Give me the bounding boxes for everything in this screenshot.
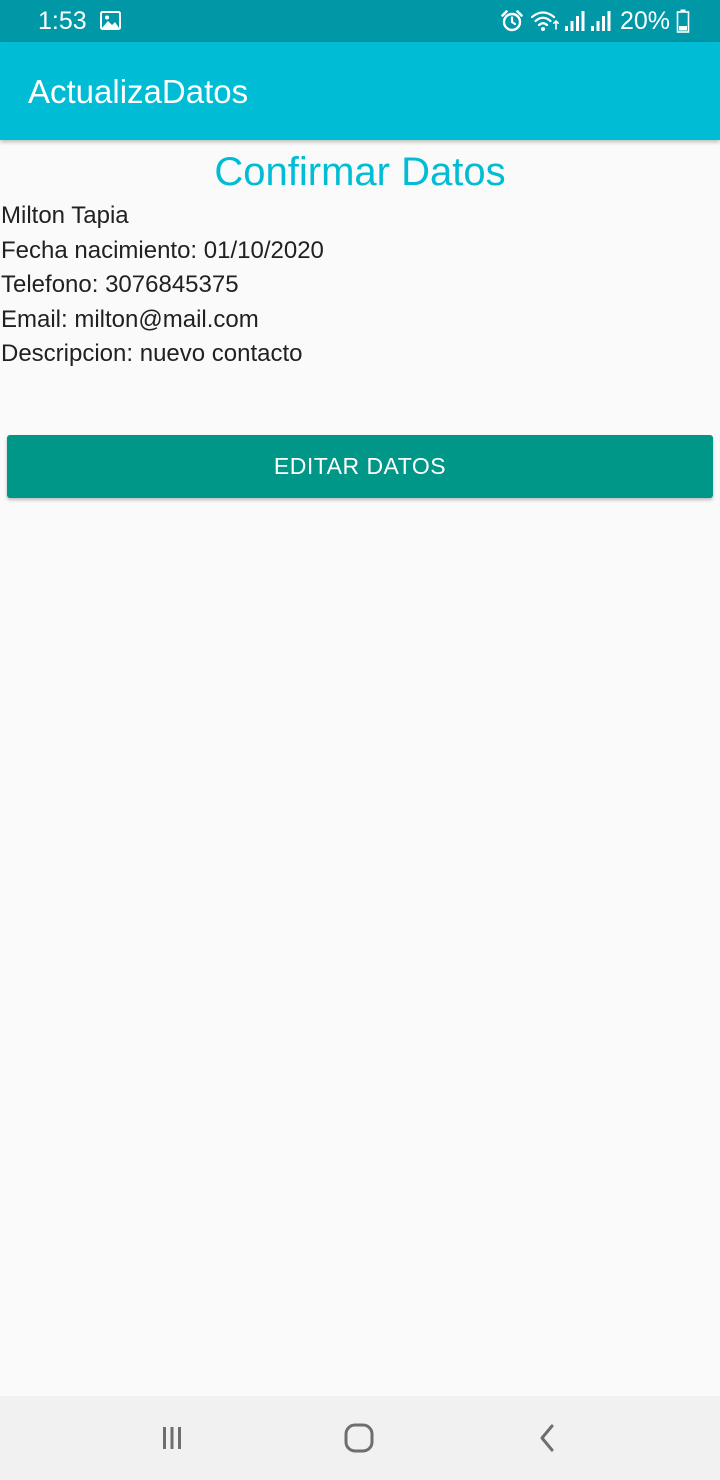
status-time: 1:53	[38, 7, 87, 35]
app-title: ActualizaDatos	[28, 73, 249, 110]
signal-icon	[590, 11, 611, 31]
battery-percent: 20%	[619, 7, 670, 35]
alarm-icon	[501, 10, 523, 32]
app-bar: ActualizaDatos	[0, 42, 720, 140]
back-button[interactable]	[527, 1418, 567, 1458]
home-icon	[344, 1423, 374, 1453]
status-icons: 20%	[500, 5, 690, 37]
phone-text: Telefono: 3076845375	[1, 271, 239, 298]
back-icon	[540, 1424, 554, 1452]
page-heading: Confirmar Datos	[214, 150, 506, 194]
battery-icon	[676, 9, 690, 33]
recents-icon	[163, 1427, 181, 1449]
wifi-icon	[530, 11, 559, 31]
signal-icon	[564, 11, 585, 31]
details-list: Milton Tapia Fecha nacimiento: 01/10/202…	[1, 199, 324, 372]
edit-data-button[interactable]: EDITAR DATOS	[7, 435, 713, 498]
description-text: Descripcion: nuevo contacto	[1, 340, 303, 367]
home-button[interactable]	[339, 1418, 379, 1458]
status-bar: 1:53 20%	[0, 0, 720, 42]
contact-name: Milton Tapia	[1, 202, 129, 229]
gallery-icon	[100, 11, 121, 30]
birth-date-text: Fecha nacimiento: 01/10/2020	[1, 236, 324, 264]
navigation-bar	[0, 1396, 720, 1480]
email-text: Email: milton@mail.com	[1, 305, 259, 333]
recents-button[interactable]	[152, 1418, 192, 1458]
